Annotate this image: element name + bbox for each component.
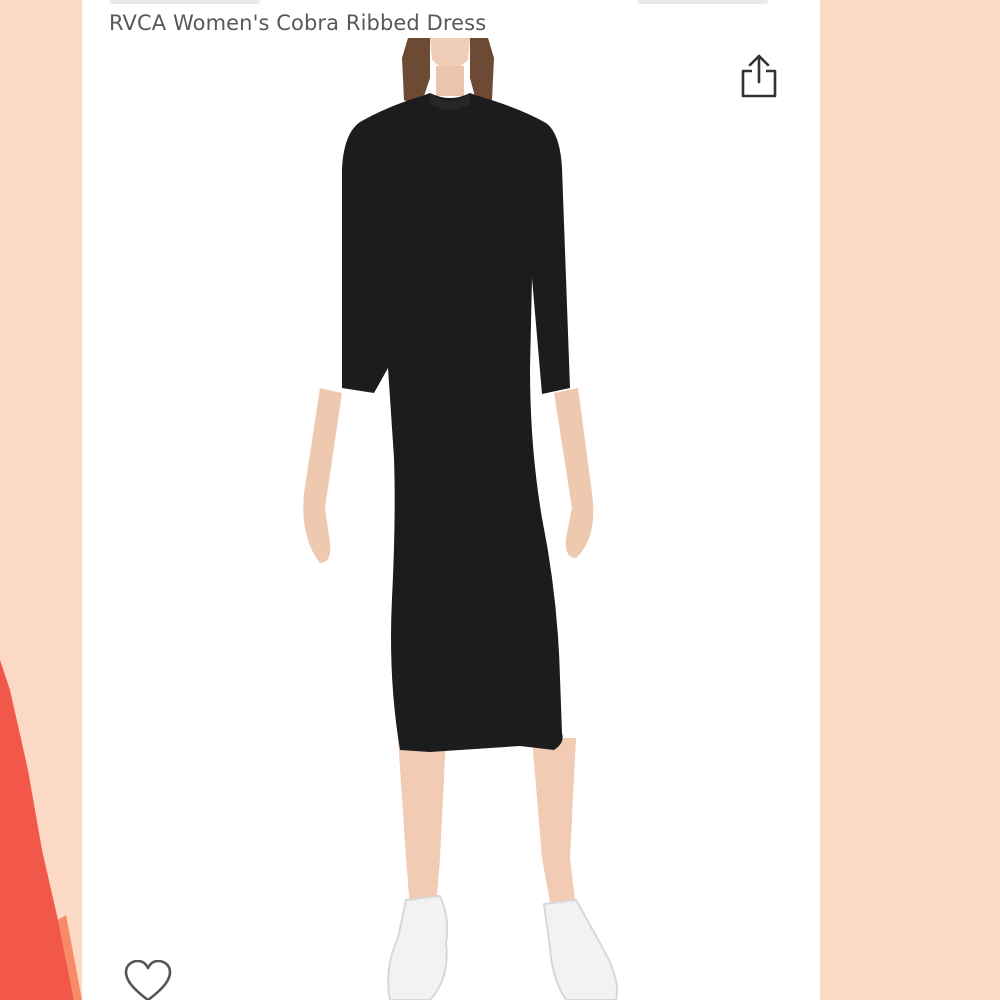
left-arm xyxy=(303,388,342,563)
left-leg xyxy=(398,738,446,908)
product-image[interactable] xyxy=(280,38,620,1000)
right-leg xyxy=(532,738,576,913)
share-icon xyxy=(741,54,777,98)
black-ribbed-dress xyxy=(342,93,570,752)
right-sneaker xyxy=(542,898,618,1000)
wishlist-button[interactable] xyxy=(122,959,174,1000)
background-right-panel xyxy=(820,0,1000,1000)
heart-icon xyxy=(124,959,172,1000)
coral-brush-stroke xyxy=(0,660,82,1000)
right-arm xyxy=(554,388,594,558)
cut-off-rating xyxy=(638,0,768,4)
neck xyxy=(436,66,464,96)
face xyxy=(430,38,470,69)
product-detail-card: RVCA Women's Cobra Ribbed Dress xyxy=(82,0,820,1000)
left-sneaker xyxy=(387,894,449,1000)
share-button[interactable] xyxy=(737,52,781,100)
cut-off-brand-link xyxy=(110,0,260,4)
product-title: RVCA Women's Cobra Ribbed Dress xyxy=(109,11,487,35)
